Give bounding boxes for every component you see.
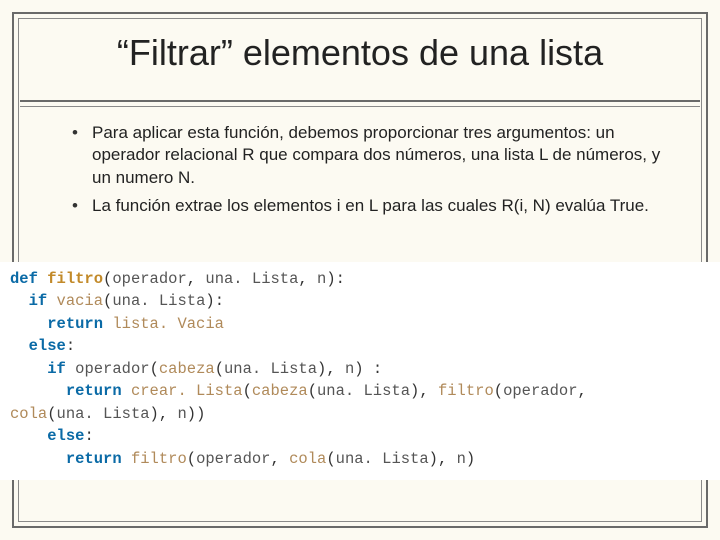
divider-thick [20,100,700,102]
keyword-else: else [29,337,66,355]
punct-open: ( [243,382,252,400]
keyword-if: if [47,360,66,378]
punct-close: ) [466,450,475,468]
arg-operador: operador [112,270,186,288]
punct-open: ( [494,382,503,400]
keyword-return: return [47,315,103,333]
punct-comma: , [419,382,428,400]
arg-n: n [317,270,326,288]
punct-comma: , [326,360,335,378]
divider-thin [20,106,700,107]
arg-lista: una. Lista [336,450,429,468]
punct-open: ( [47,405,56,423]
arg-lista: una. Lista [224,360,317,378]
arg-lista: una. Lista [112,292,205,310]
punct-close: ) [205,292,214,310]
punct-open: ( [215,360,224,378]
keyword-if: if [29,292,48,310]
punct-comma: , [159,405,168,423]
slide-title: “Filtrar” elementos de una lista [0,32,720,74]
arg-n: n [457,450,466,468]
punct-close: ) [326,270,335,288]
punct-colon: : [336,270,345,288]
arg-operador: operador [196,450,270,468]
punct-colon: : [215,292,224,310]
fn-cola: cola [10,405,47,423]
arg-n: n [177,405,186,423]
function-name: filtro [47,270,103,288]
punct-close: ) [354,360,363,378]
keyword-return: return [66,382,122,400]
keyword-else: else [47,427,84,445]
fn-crearlista: crear. Lista [131,382,243,400]
id-listavacia: lista. Vacia [112,315,224,333]
punct-close: ) [150,405,159,423]
punct-comma: , [438,450,447,468]
bullet-list: Para aplicar esta función, debemos propo… [72,122,672,224]
punct-open: ( [308,382,317,400]
punct-open: ( [187,450,196,468]
fn-vacia: vacia [57,292,104,310]
punct-open: ( [326,450,335,468]
punct-close: ) [429,450,438,468]
punct-comma: , [270,450,279,468]
punct-open: ( [103,270,112,288]
arg-n: n [345,360,354,378]
fn-cabeza: cabeza [252,382,308,400]
keyword-return: return [66,450,122,468]
punct-comma: , [578,382,587,400]
arg-lista: una. Lista [57,405,150,423]
punct-colon: : [373,360,382,378]
punct-open: ( [103,292,112,310]
arg-lista: una. Lista [317,382,410,400]
punct-open: ( [150,360,159,378]
punct-close: ) [317,360,326,378]
fn-cabeza: cabeza [159,360,215,378]
punct-close: ) [196,405,205,423]
bullet-item: La función extrae los elementos i en L p… [72,195,672,217]
punct-close: ) [410,382,419,400]
fn-cola: cola [289,450,326,468]
code-block: def filtro(operador, una. Lista, n): if … [0,262,720,480]
punct-colon: : [66,337,75,355]
arg-operador: operador [75,360,149,378]
fn-filtro: filtro [438,382,494,400]
punct-close: ) [187,405,196,423]
punct-comma: , [298,270,307,288]
punct-colon: : [84,427,93,445]
punct-comma: , [187,270,196,288]
bullet-item: Para aplicar esta función, debemos propo… [72,122,672,189]
fn-filtro: filtro [131,450,187,468]
arg-operador: operador [503,382,577,400]
arg-lista: una. Lista [205,270,298,288]
keyword-def: def [10,270,38,288]
